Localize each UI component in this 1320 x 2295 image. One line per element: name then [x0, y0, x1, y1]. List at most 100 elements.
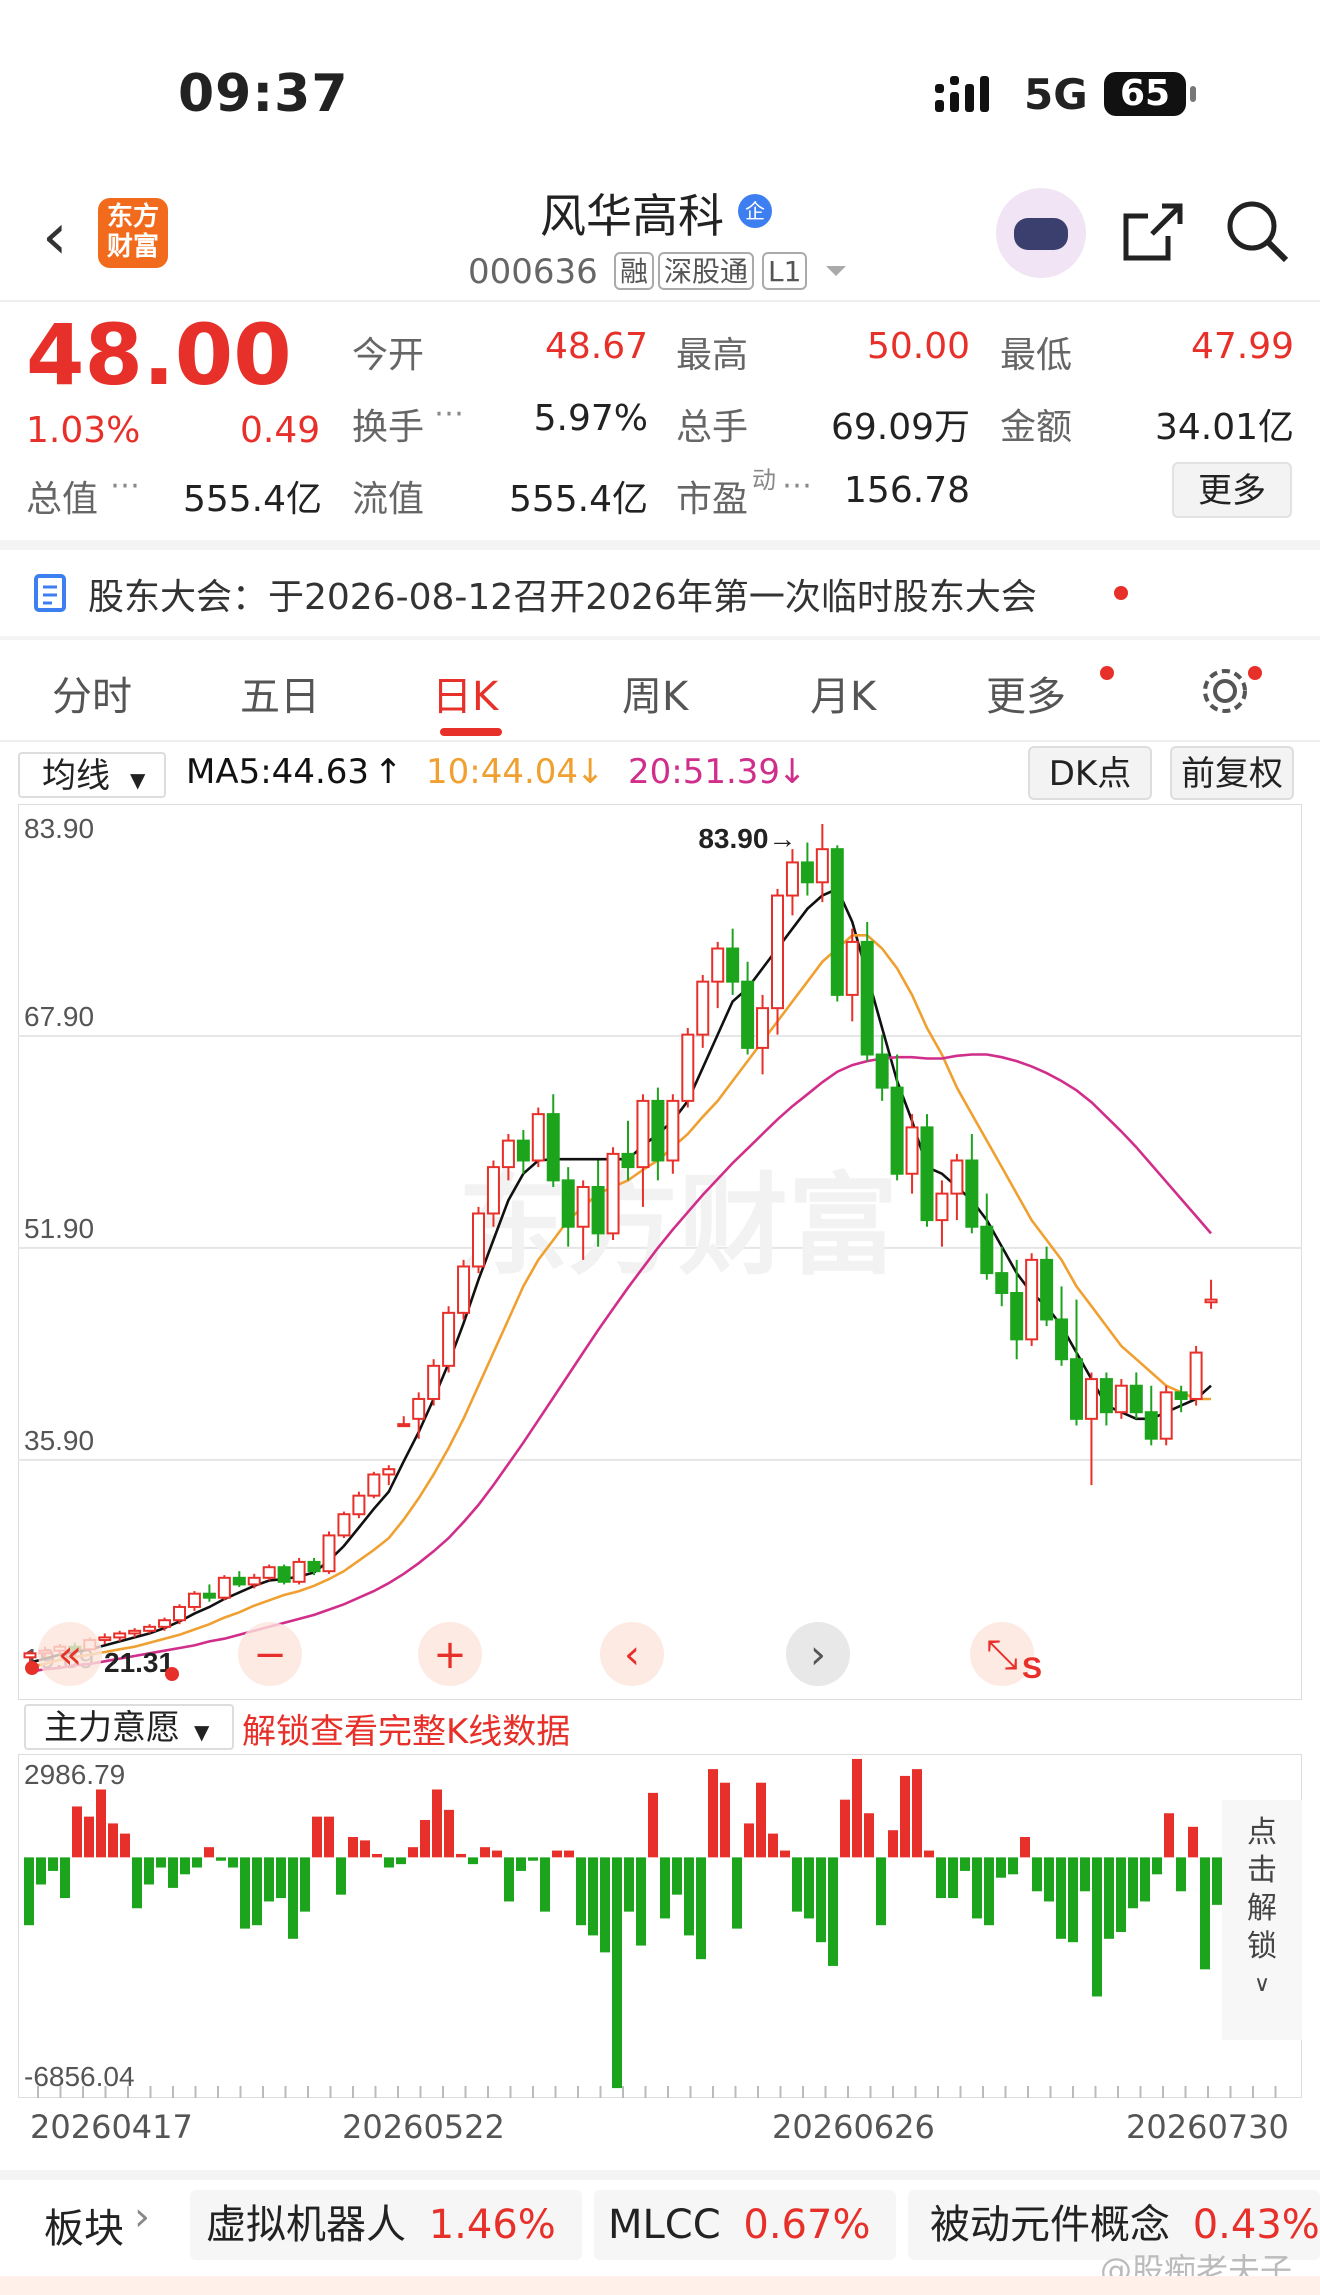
battery-cap — [1190, 86, 1196, 102]
flow-bar — [372, 1853, 382, 1858]
sector-item[interactable]: 虚拟机器人 1.46% — [190, 2190, 582, 2260]
flow-bar — [396, 1857, 406, 1865]
candle — [965, 1159, 979, 1228]
tag-margin: 融 — [614, 252, 655, 290]
low-annotation: 21.31 — [104, 1647, 174, 1678]
ma10-arrow-icon: ↓ — [576, 752, 605, 792]
tab-more[interactable]: 更多 — [986, 664, 1066, 722]
gear-icon[interactable] — [1198, 664, 1252, 718]
candle — [382, 1468, 396, 1476]
candle — [128, 1629, 142, 1635]
candle — [1144, 1411, 1158, 1440]
flow-bar — [168, 1857, 178, 1888]
candle — [247, 1576, 261, 1586]
unlock-side-button[interactable]: 点击 解锁 ∨ — [1222, 1800, 1302, 2040]
candle — [681, 1033, 695, 1102]
unlock-kline-link[interactable]: 解锁查看完整K线数据 — [242, 1704, 570, 1753]
back-icon[interactable]: ‹ — [42, 200, 68, 274]
kline-chart[interactable]: 83.9067.9051.9035.9019.89东方财富83.90→21.31… — [18, 804, 1302, 1700]
s-label: S — [1022, 1652, 1042, 1685]
ma5-arrow-icon: ↑ — [374, 752, 403, 792]
divider — [0, 540, 1320, 550]
candle — [1099, 1378, 1113, 1414]
flow-bar — [1152, 1857, 1162, 1875]
price-adjust-button[interactable]: 前复权 — [1170, 746, 1294, 800]
candle — [1204, 1298, 1218, 1304]
stock-name: 风华高科 — [540, 189, 724, 243]
settings-red-dot — [1248, 666, 1262, 680]
change-amount: 0.49 — [240, 410, 321, 451]
more-dots-icon[interactable]: ⋯ — [434, 396, 464, 431]
shareholder-notice[interactable]: 股东大会：于2026-08-12召开2026年第一次临时股东大会 — [88, 568, 1037, 620]
next-icon-glyph: › — [810, 1632, 826, 1678]
search-icon[interactable] — [1226, 200, 1290, 264]
flow-bar — [756, 1782, 766, 1858]
candle — [561, 1179, 575, 1228]
bottom-bar — [0, 2276, 1320, 2295]
flow-bar — [336, 1857, 346, 1895]
pe-value: 156.78 — [844, 470, 970, 511]
flow-bar — [240, 1857, 250, 1929]
ma20-arrow-icon: ↓ — [778, 752, 807, 792]
notice-red-dot — [1114, 586, 1128, 600]
flow-bar — [852, 1758, 862, 1858]
chart-watermark: 东方财富 — [458, 1162, 898, 1290]
minus-icon-glyph: − — [253, 1632, 287, 1678]
tab-intraday[interactable]: 分时 — [52, 664, 132, 722]
flow-bar — [504, 1857, 514, 1902]
candle — [935, 1192, 949, 1222]
candle — [307, 1560, 321, 1573]
zoom-out-icon-glyph: « — [58, 1632, 82, 1678]
flow-bar — [96, 1789, 106, 1858]
flow-bar — [408, 1847, 418, 1858]
tab-weekly-k[interactable]: 周K — [622, 664, 688, 722]
candle — [1084, 1378, 1098, 1420]
candle — [187, 1592, 201, 1608]
candle — [1174, 1391, 1188, 1400]
candle — [397, 1423, 411, 1428]
flow-bar — [876, 1857, 886, 1926]
tab-daily-k[interactable]: 日K — [432, 664, 498, 722]
marker-dot — [25, 1661, 39, 1675]
flow-bar — [792, 1857, 802, 1912]
flow-bar — [1200, 1857, 1210, 1970]
flow-bar — [960, 1857, 970, 1871]
candle — [158, 1619, 172, 1628]
candle — [292, 1560, 306, 1583]
indicator-select[interactable]: 主力意愿 ▼ — [24, 1704, 234, 1750]
volume-label: 总手 — [676, 407, 749, 448]
flow-bar — [600, 1857, 610, 1953]
tab-five-day[interactable]: 五日 — [240, 664, 320, 722]
flow-bar — [24, 1857, 34, 1926]
ma-select[interactable]: 均线 ▼ — [18, 752, 166, 798]
flow-bar — [888, 1830, 898, 1858]
more-button[interactable]: 更多 — [1172, 462, 1292, 518]
candle — [726, 947, 740, 983]
flow-bar — [1104, 1857, 1114, 1939]
flow-bar — [420, 1820, 430, 1858]
more-dots-icon[interactable]: ⋯ — [782, 468, 812, 503]
flow-bar — [264, 1857, 274, 1902]
more-dots-icon[interactable]: ⋯ — [110, 468, 140, 503]
flow-bar — [624, 1857, 634, 1912]
sector-item[interactable]: MLCC 0.67% — [594, 2190, 896, 2260]
flow-bar — [540, 1857, 550, 1912]
share-icon[interactable] — [1122, 202, 1184, 264]
candle — [920, 1126, 934, 1222]
tab-active-underline — [440, 728, 502, 736]
flow-bar — [216, 1857, 226, 1861]
candle — [277, 1566, 291, 1583]
candle — [800, 861, 814, 884]
candle — [606, 1152, 620, 1235]
candle — [666, 1099, 680, 1162]
notice-icon — [34, 574, 66, 612]
tab-monthly-k[interactable]: 月K — [810, 664, 876, 722]
plus-icon-glyph: + — [433, 1632, 467, 1678]
candle — [232, 1576, 246, 1586]
candle — [486, 1166, 500, 1215]
chevron-down-icon[interactable] — [826, 264, 846, 278]
volume-value: 69.09万 — [830, 407, 970, 448]
dk-point-button[interactable]: DK点 — [1028, 746, 1152, 800]
flow-bar — [912, 1769, 922, 1858]
chevron-right-icon[interactable]: › — [134, 2194, 150, 2240]
